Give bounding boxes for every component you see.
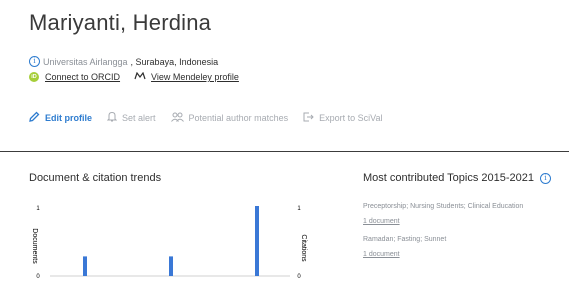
profile-links: iD Connect to ORCID View Mendeley profil… [29, 71, 239, 82]
orcid-icon: iD [29, 72, 39, 82]
topic-documents-link[interactable]: 1 document [363, 251, 400, 258]
affiliation: i Universitas Airlangga, Surabaya, Indon… [29, 56, 218, 67]
topic-item: Preceptorship; Nursing Students; Clinica… [363, 203, 523, 210]
location: , Surabaya, Indonesia [130, 56, 219, 67]
chart-bar [255, 206, 259, 276]
action-bar: Edit profile Set alert Potential author … [29, 111, 397, 124]
topic-name[interactable]: Preceptorship; Nursing Students; Clinica… [363, 203, 523, 210]
author-name: Mariyanti, Herdina [29, 10, 212, 35]
chart-bar [169, 256, 173, 276]
export-to-scival-button[interactable]: Export to SciVal [303, 112, 382, 124]
y-axis-label-right: Citations [300, 234, 307, 262]
y-tick-left-top: 1 [36, 206, 40, 212]
y-tick-left-bottom: 0 [36, 274, 40, 280]
section-divider [0, 151, 569, 152]
mendeley-profile-link[interactable]: View Mendeley profile [151, 72, 239, 82]
connect-orcid-link[interactable]: Connect to ORCID [45, 72, 120, 82]
set-alert-button[interactable]: Set alert [106, 111, 156, 124]
bar-group [83, 206, 259, 276]
pencil-icon [29, 111, 40, 124]
topics-section-title: Most contributed Topics 2015-2021 i [363, 172, 552, 184]
topic-documents-link[interactable]: 1 document [363, 218, 400, 225]
y-axis-label-left: Documents [31, 228, 38, 264]
topic-name[interactable]: Ramadan; Fasting; Sunnet [363, 236, 446, 243]
y-tick-right-top: 1 [297, 206, 301, 212]
bell-icon [106, 111, 118, 124]
topic-doc-count: 1 document [363, 218, 400, 225]
y-tick-right-bottom: 0 [297, 274, 301, 280]
mendeley-icon [134, 71, 146, 82]
export-icon [303, 112, 314, 124]
topic-item: Ramadan; Fasting; Sunnet [363, 236, 446, 243]
edit-profile-button[interactable]: Edit profile [29, 111, 92, 124]
edit-profile-label: Edit profile [45, 112, 92, 123]
topic-doc-count: 1 document [363, 251, 400, 258]
trends-chart: 1 0 Documents 1 0 Citations [31, 206, 307, 280]
trends-section-title: Document & citation trends [29, 172, 162, 184]
potential-author-matches-button[interactable]: Potential author matches [170, 112, 289, 124]
chart-bar [83, 256, 87, 276]
topics-title-text: Most contributed Topics 2015-2021 [363, 172, 535, 184]
people-icon [170, 112, 184, 124]
set-alert-label: Set alert [122, 112, 156, 123]
institution-link[interactable]: Universitas Airlangga [43, 57, 128, 67]
info-icon: i [29, 56, 40, 67]
info-icon[interactable]: i [540, 172, 552, 184]
export-to-scival-label: Export to SciVal [319, 112, 383, 123]
potential-author-matches-label: Potential author matches [188, 112, 289, 123]
